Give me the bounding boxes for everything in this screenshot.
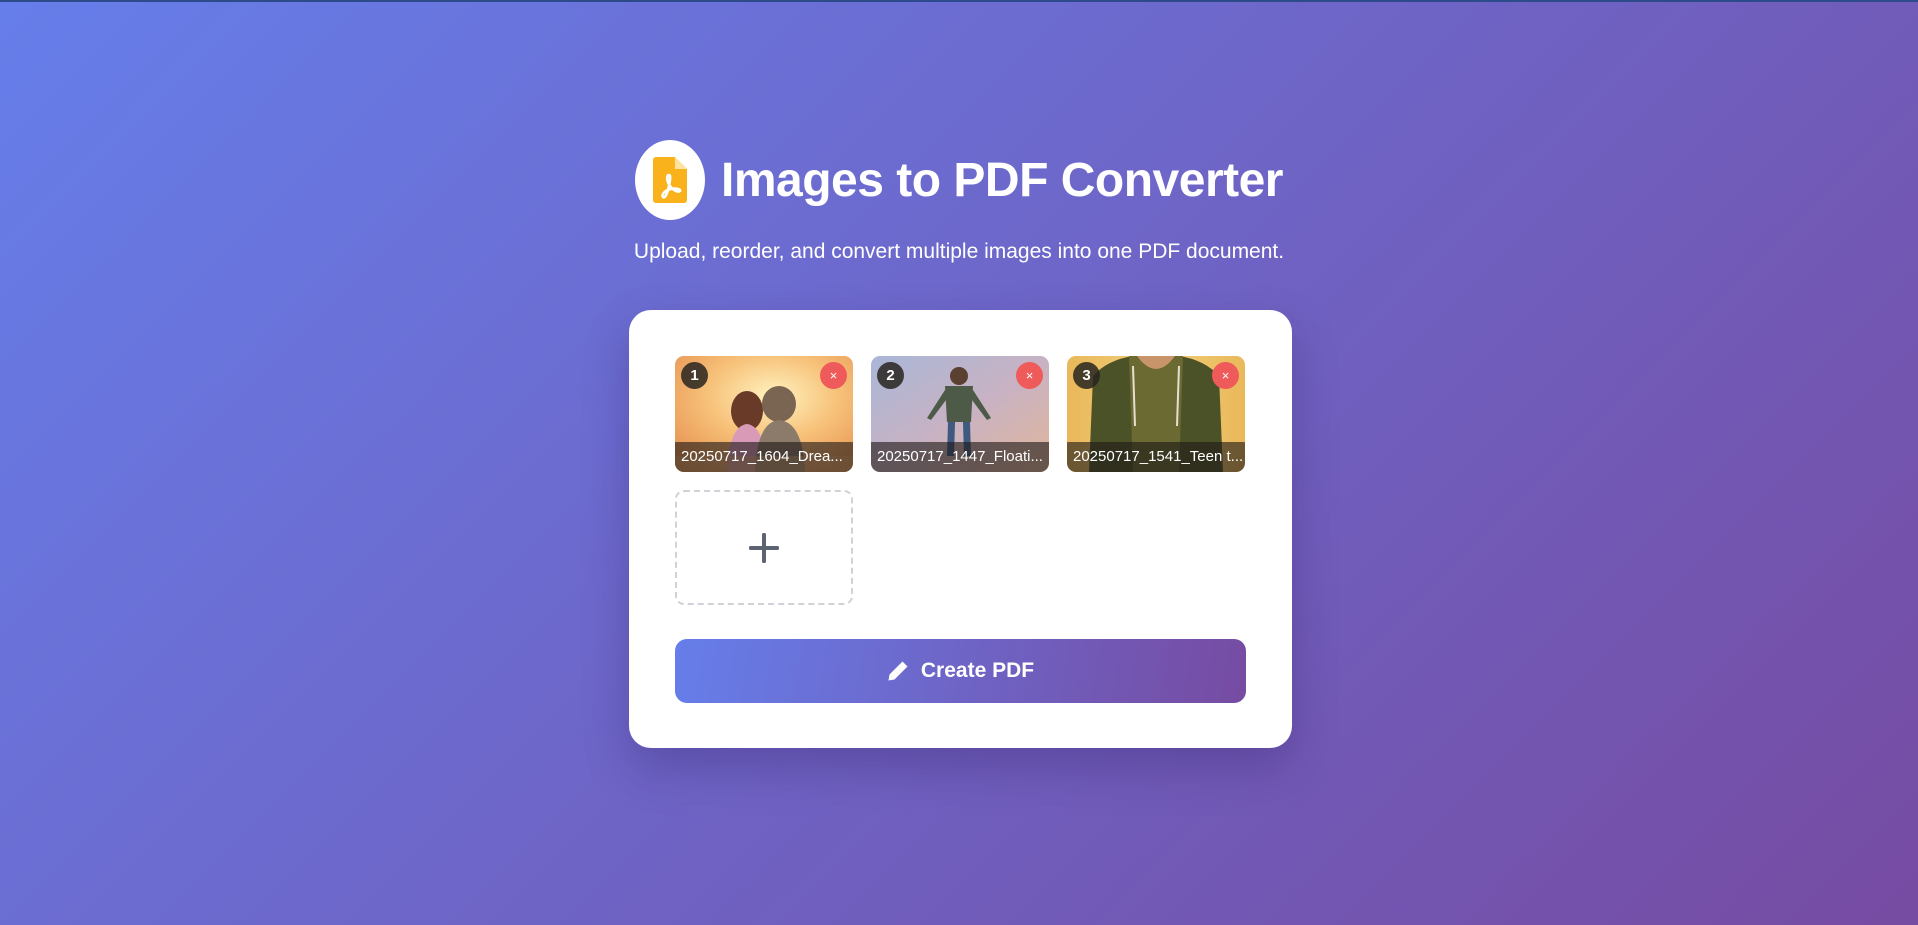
remove-image-button[interactable]: × [1016, 362, 1043, 389]
image-thumbnail[interactable]: 3 × 20250717_1541_Teen t... [1067, 356, 1245, 472]
create-pdf-button[interactable]: Create PDF [675, 639, 1246, 703]
page-title: Images to PDF Converter [721, 153, 1283, 207]
page-header: Images to PDF Converter [0, 140, 1918, 220]
pencil-icon [888, 661, 908, 681]
add-image-button[interactable] [675, 490, 853, 605]
image-thumbnail[interactable]: 1 × 20250717_1604_Drea... [675, 356, 853, 472]
create-pdf-label: Create PDF [920, 659, 1035, 682]
image-thumbnail[interactable]: 2 × 20250717_1447_Floati... [871, 356, 1049, 472]
order-badge: 3 [1073, 362, 1100, 389]
image-filename: 20250717_1541_Teen t... [1067, 442, 1245, 472]
order-badge: 1 [681, 362, 708, 389]
plus-icon [749, 532, 779, 563]
converter-card: 1 × 20250717_1604_Drea... 2 × 20250717_1… [629, 310, 1292, 748]
image-filename: 20250717_1447_Floati... [871, 442, 1049, 472]
order-badge: 2 [877, 362, 904, 389]
image-filename: 20250717_1604_Drea... [675, 442, 853, 472]
remove-image-button[interactable]: × [820, 362, 847, 389]
remove-image-button[interactable]: × [1212, 362, 1239, 389]
pdf-file-icon [635, 140, 706, 220]
page-subtitle: Upload, reorder, and convert multiple im… [633, 240, 1285, 263]
